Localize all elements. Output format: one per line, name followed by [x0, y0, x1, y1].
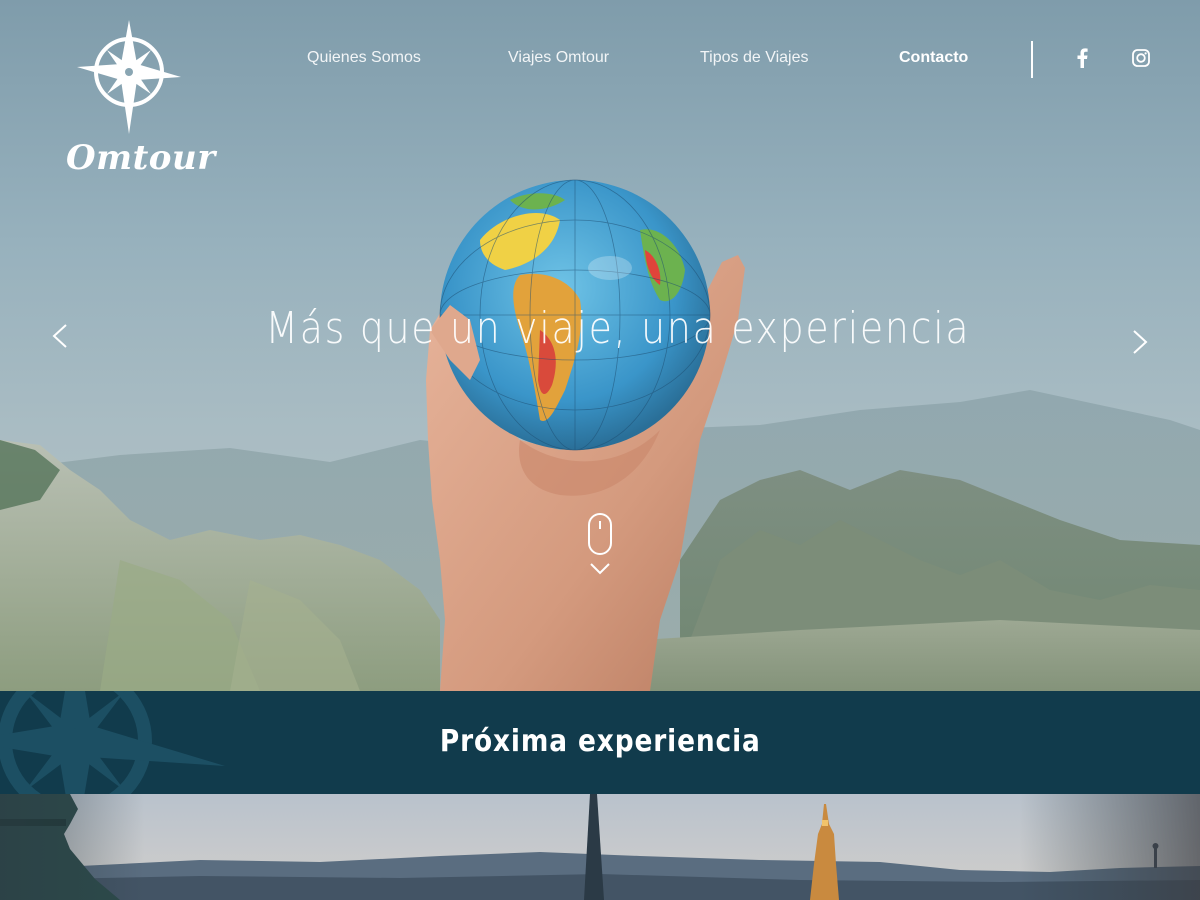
- nav-item-quienes-somos[interactable]: Quienes Somos: [307, 46, 421, 70]
- banner-title: Próxima experiencia: [0, 724, 1200, 759]
- next-experience-image: [0, 794, 1200, 900]
- scroll-down-button[interactable]: [585, 512, 615, 580]
- instagram-link[interactable]: [1130, 47, 1152, 69]
- hero-title: Más que un viaje, una experiencia: [0, 303, 1200, 354]
- mouse-scroll-icon: [588, 513, 612, 575]
- compass-rose-icon: [77, 20, 181, 134]
- hero-slider: Omtour Quienes Somos Viajes Omtour Tipos…: [0, 0, 1200, 691]
- nav-item-tipos-de-viajes[interactable]: Tipos de Viajes: [700, 46, 809, 70]
- omtour-logo[interactable]: Omtour: [62, 10, 216, 178]
- banner-title-text: Próxima experiencia: [439, 724, 761, 759]
- chevron-left-icon: [52, 324, 67, 348]
- nav-item-contacto[interactable]: Contacto: [899, 46, 968, 70]
- city-skyline-image: [0, 794, 1200, 900]
- slider-prev-button[interactable]: [45, 316, 75, 356]
- nav-divider: [1031, 41, 1033, 78]
- nav-item-viajes-omtour[interactable]: Viajes Omtour: [508, 46, 609, 70]
- facebook-link[interactable]: [1071, 47, 1093, 69]
- next-experience-banner: Próxima experiencia: [0, 691, 1200, 794]
- facebook-icon: [1077, 48, 1088, 68]
- hero-title-text: Más que un viaje, una experiencia: [265, 303, 971, 354]
- main-nav: Quienes Somos Viajes Omtour Tipos de Via…: [0, 46, 1200, 72]
- instagram-icon: [1132, 49, 1150, 67]
- chevron-right-icon: [1133, 330, 1148, 354]
- brand-name: Omtour: [66, 138, 216, 178]
- slider-next-button[interactable]: [1125, 322, 1155, 362]
